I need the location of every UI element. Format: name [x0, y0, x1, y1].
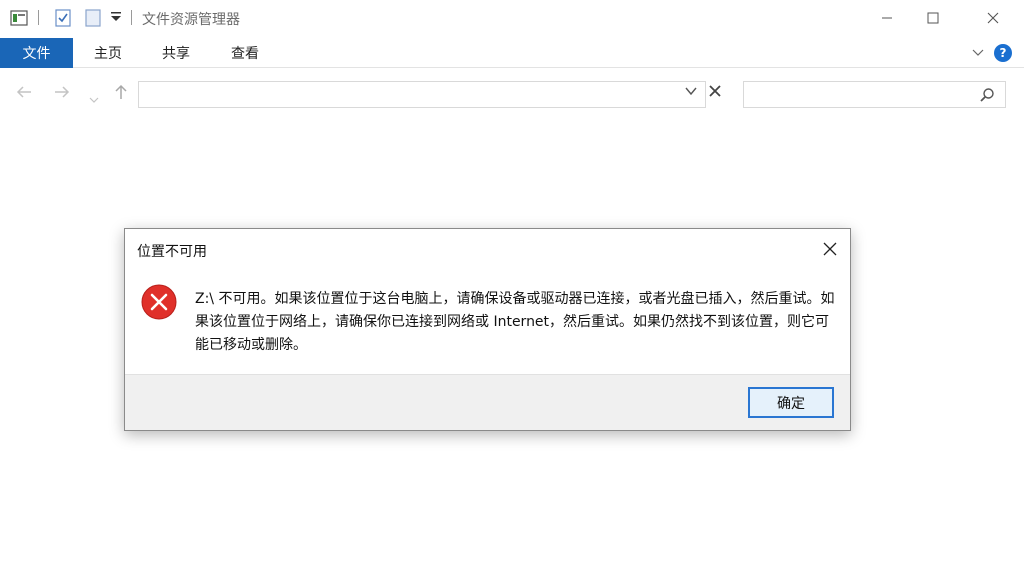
close-icon: [987, 12, 999, 24]
maximize-icon: [927, 12, 939, 24]
checkmark-doc-icon[interactable]: [54, 8, 72, 32]
recent-chevron-icon[interactable]: [89, 88, 99, 107]
minimize-button[interactable]: [864, 0, 910, 36]
search-icon: [979, 87, 995, 107]
dialog-message: Z:\ 不可用。如果该位置位于这台电脑上，请确保设备或驱动器已连接，或者光盘已插…: [195, 291, 835, 353]
expand-ribbon-chevron-icon[interactable]: [972, 46, 984, 61]
ok-button[interactable]: 确定: [748, 387, 834, 418]
ribbon-tabs: 文件 主页 共享 查看 ?: [0, 38, 1024, 68]
navigation-bar: [0, 78, 1024, 112]
dropdown-icon[interactable]: [110, 10, 122, 28]
explorer-properties-icon[interactable]: [10, 10, 28, 30]
close-window-button[interactable]: [970, 0, 1016, 36]
error-icon: [141, 284, 177, 320]
tab-view[interactable]: 查看: [223, 38, 267, 68]
forward-arrow-icon[interactable]: [54, 84, 70, 103]
toolbar-separator: [131, 10, 132, 25]
cancel-address-icon[interactable]: [709, 85, 721, 101]
address-bar[interactable]: [138, 81, 706, 108]
toolbar-separator: [38, 10, 39, 25]
help-icon[interactable]: ?: [994, 44, 1012, 62]
back-arrow-icon[interactable]: [16, 84, 32, 103]
dialog-title: 位置不可用: [137, 244, 207, 260]
tab-share[interactable]: 共享: [154, 38, 198, 68]
maximize-button[interactable]: [910, 0, 956, 36]
search-box[interactable]: [743, 81, 1006, 108]
location-unavailable-dialog: 位置不可用 Z:\ 不可用。如果该位置位于这台电脑上，请确保设备或驱动器已连接，…: [124, 228, 851, 431]
minimize-icon: [882, 17, 892, 19]
close-icon: [823, 242, 837, 256]
up-arrow-icon[interactable]: [114, 84, 128, 104]
address-dropdown-icon[interactable]: [684, 84, 698, 102]
tab-home[interactable]: 主页: [86, 38, 130, 68]
title-bar: 文件资源管理器: [0, 0, 1024, 36]
window-title: 文件资源管理器: [142, 12, 240, 28]
dialog-footer: 确定: [125, 374, 850, 430]
ribbon-controls: ?: [972, 44, 1012, 62]
new-folder-icon[interactable]: [84, 8, 102, 32]
dialog-close-button[interactable]: [820, 239, 840, 259]
tab-file[interactable]: 文件: [0, 38, 73, 68]
